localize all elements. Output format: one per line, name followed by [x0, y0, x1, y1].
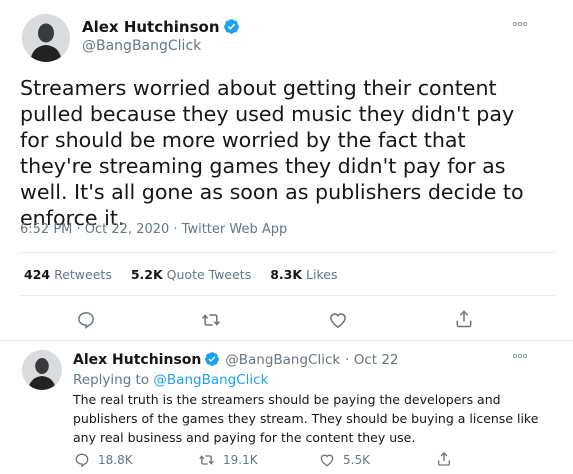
reply-icon [78, 312, 94, 330]
divider [0, 340, 573, 341]
tweet-stats: 424 Retweets 5.2K Quote Tweets 8.3K Likes [24, 267, 352, 282]
reply-author-name[interactable]: Alex Hutchinson [73, 352, 201, 368]
retweets-label: Retweets [54, 267, 112, 282]
reply-retweet-button[interactable]: 19.1K [198, 452, 258, 468]
reply-date[interactable]: · Oct 22 [345, 352, 398, 368]
retweet-button[interactable] [200, 310, 222, 334]
replying-to-line: Replying to @BangBangClick [73, 372, 268, 388]
divider [20, 295, 555, 296]
retweets-count: 424 [24, 267, 51, 282]
verified-badge-icon [205, 352, 220, 366]
reply-reply-button[interactable]: 18.8K [74, 452, 133, 468]
reply-author-handle[interactable]: @BangBangClick [225, 352, 340, 368]
author-handle[interactable]: @BangBangClick [82, 38, 201, 54]
likes-stat[interactable]: 8.3K Likes [270, 267, 337, 282]
reply-button[interactable] [76, 310, 96, 334]
retweet-icon [199, 455, 214, 465]
reply-text: The real truth is the streamers should b… [73, 392, 539, 445]
like-icon [330, 313, 346, 328]
more-dots-icon[interactable] [512, 20, 528, 31]
quote-label: Quote Tweets [166, 267, 252, 282]
author-avatar[interactable] [22, 14, 70, 62]
reply-author-avatar[interactable] [22, 350, 62, 390]
divider [20, 252, 555, 253]
quote-tweets-stat[interactable]: 5.2K Quote Tweets [131, 267, 251, 282]
reply-more-dots-icon[interactable] [512, 352, 528, 363]
reply-replies-count: 18.8K [98, 453, 133, 467]
replying-to-link[interactable]: @BangBangClick [153, 372, 268, 388]
replying-prefix: Replying to [73, 372, 150, 388]
reply-share-button[interactable] [436, 450, 460, 468]
likes-label: Likes [306, 267, 338, 282]
like-button[interactable] [328, 310, 348, 334]
author-name[interactable]: Alex Hutchinson [82, 18, 220, 36]
quote-count: 5.2K [130, 267, 163, 282]
retweet-icon [202, 314, 220, 326]
share-icon [438, 452, 450, 466]
reply-icon [75, 453, 89, 468]
reply-retweets-count: 19.1K [223, 453, 258, 467]
share-button[interactable] [454, 308, 474, 334]
verified-badge-icon [223, 19, 239, 34]
retweets-stat[interactable]: 424 Retweets [24, 267, 112, 282]
tweet-timestamp[interactable]: 6:52 PM · Oct 22, 2020 · Twitter Web App [20, 222, 287, 237]
likes-count: 8.3K [270, 267, 303, 282]
reply-like-button[interactable]: 5.5K [319, 452, 370, 468]
share-icon [456, 310, 472, 328]
like-icon [320, 454, 334, 467]
tweet-text: Streamers worried about getting their co… [20, 76, 524, 230]
reply-likes-count: 5.5K [343, 453, 370, 467]
